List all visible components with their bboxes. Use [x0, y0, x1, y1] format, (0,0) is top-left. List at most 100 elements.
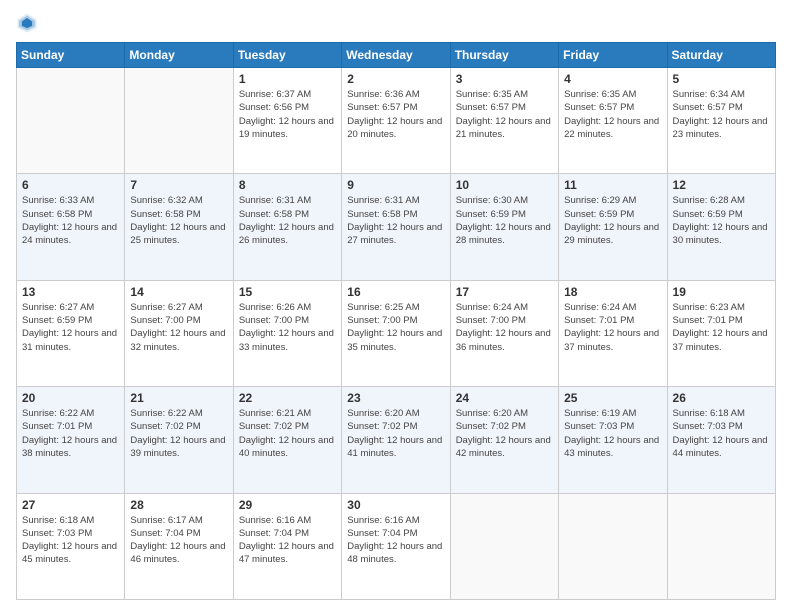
calendar-cell: 23 Sunrise: 6:20 AM Sunset: 7:02 PM Dayli… [342, 387, 450, 493]
calendar-cell: 4 Sunrise: 6:35 AM Sunset: 6:57 PM Daylig… [559, 68, 667, 174]
calendar-cell: 21 Sunrise: 6:22 AM Sunset: 7:02 PM Dayli… [125, 387, 233, 493]
page: SundayMondayTuesdayWednesdayThursdayFrid… [0, 0, 792, 612]
calendar-cell: 5 Sunrise: 6:34 AM Sunset: 6:57 PM Daylig… [667, 68, 775, 174]
day-info: Sunrise: 6:31 AM Sunset: 6:58 PM Dayligh… [347, 194, 444, 247]
calendar-week-row: 20 Sunrise: 6:22 AM Sunset: 7:01 PM Dayli… [17, 387, 776, 493]
day-info: Sunrise: 6:34 AM Sunset: 6:57 PM Dayligh… [673, 88, 770, 141]
day-info: Sunrise: 6:24 AM Sunset: 7:00 PM Dayligh… [456, 301, 553, 354]
calendar-cell: 26 Sunrise: 6:18 AM Sunset: 7:03 PM Dayli… [667, 387, 775, 493]
day-number: 5 [673, 72, 770, 86]
weekday-header: Saturday [667, 43, 775, 68]
calendar-cell: 8 Sunrise: 6:31 AM Sunset: 6:58 PM Daylig… [233, 174, 341, 280]
day-info: Sunrise: 6:16 AM Sunset: 7:04 PM Dayligh… [239, 514, 336, 567]
calendar-cell: 24 Sunrise: 6:20 AM Sunset: 7:02 PM Dayli… [450, 387, 558, 493]
day-number: 11 [564, 178, 661, 192]
day-info: Sunrise: 6:20 AM Sunset: 7:02 PM Dayligh… [347, 407, 444, 460]
day-info: Sunrise: 6:21 AM Sunset: 7:02 PM Dayligh… [239, 407, 336, 460]
day-info: Sunrise: 6:36 AM Sunset: 6:57 PM Dayligh… [347, 88, 444, 141]
day-number: 2 [347, 72, 444, 86]
calendar-cell: 25Sunrise: 6:19 AM Sunset: 7:03 PM Dayli… [559, 387, 667, 493]
calendar-week-row: 6Sunrise: 6:33 AM Sunset: 6:58 PM Daylig… [17, 174, 776, 280]
day-number: 17 [456, 285, 553, 299]
day-number: 27 [22, 498, 119, 512]
day-number: 22 [239, 391, 336, 405]
day-number: 30 [347, 498, 444, 512]
day-info: Sunrise: 6:18 AM Sunset: 7:03 PM Dayligh… [22, 514, 119, 567]
day-info: Sunrise: 6:17 AM Sunset: 7:04 PM Dayligh… [130, 514, 227, 567]
day-info: Sunrise: 6:28 AM Sunset: 6:59 PM Dayligh… [673, 194, 770, 247]
weekday-header: Thursday [450, 43, 558, 68]
day-info: Sunrise: 6:35 AM Sunset: 6:57 PM Dayligh… [456, 88, 553, 141]
day-number: 25 [564, 391, 661, 405]
day-info: Sunrise: 6:20 AM Sunset: 7:02 PM Dayligh… [456, 407, 553, 460]
calendar-cell: 14Sunrise: 6:27 AM Sunset: 7:00 PM Dayli… [125, 280, 233, 386]
calendar-cell: 28 Sunrise: 6:17 AM Sunset: 7:04 PM Dayli… [125, 493, 233, 599]
calendar-cell: 29Sunrise: 6:16 AM Sunset: 7:04 PM Dayli… [233, 493, 341, 599]
logo [16, 12, 42, 34]
calendar-cell [450, 493, 558, 599]
day-info: Sunrise: 6:35 AM Sunset: 6:57 PM Dayligh… [564, 88, 661, 141]
calendar-cell: 27 Sunrise: 6:18 AM Sunset: 7:03 PM Dayli… [17, 493, 125, 599]
day-number: 6 [22, 178, 119, 192]
calendar-cell: 17 Sunrise: 6:24 AM Sunset: 7:00 PM Dayli… [450, 280, 558, 386]
day-info: Sunrise: 6:31 AM Sunset: 6:58 PM Dayligh… [239, 194, 336, 247]
calendar-cell: 11 Sunrise: 6:29 AM Sunset: 6:59 PM Dayli… [559, 174, 667, 280]
weekday-header: Sunday [17, 43, 125, 68]
calendar-cell [667, 493, 775, 599]
day-info: Sunrise: 6:22 AM Sunset: 7:02 PM Dayligh… [130, 407, 227, 460]
calendar-cell: 7 Sunrise: 6:32 AM Sunset: 6:58 PM Daylig… [125, 174, 233, 280]
day-info: Sunrise: 6:29 AM Sunset: 6:59 PM Dayligh… [564, 194, 661, 247]
day-number: 23 [347, 391, 444, 405]
day-number: 12 [673, 178, 770, 192]
calendar-cell: 20 Sunrise: 6:22 AM Sunset: 7:01 PM Dayli… [17, 387, 125, 493]
day-number: 14 [130, 285, 227, 299]
calendar-cell: 18Sunrise: 6:24 AM Sunset: 7:01 PM Dayli… [559, 280, 667, 386]
day-number: 16 [347, 285, 444, 299]
day-number: 20 [22, 391, 119, 405]
day-info: Sunrise: 6:27 AM Sunset: 6:59 PM Dayligh… [22, 301, 119, 354]
weekday-header: Monday [125, 43, 233, 68]
calendar-cell: 12 Sunrise: 6:28 AM Sunset: 6:59 PM Dayli… [667, 174, 775, 280]
calendar-cell [17, 68, 125, 174]
day-info: Sunrise: 6:18 AM Sunset: 7:03 PM Dayligh… [673, 407, 770, 460]
calendar-cell: 3Sunrise: 6:35 AM Sunset: 6:57 PM Daylig… [450, 68, 558, 174]
calendar-table: SundayMondayTuesdayWednesdayThursdayFrid… [16, 42, 776, 600]
day-number: 1 [239, 72, 336, 86]
logo-icon [16, 12, 38, 34]
calendar-cell: 1Sunrise: 6:37 AM Sunset: 6:56 PM Daylig… [233, 68, 341, 174]
day-number: 24 [456, 391, 553, 405]
day-info: Sunrise: 6:23 AM Sunset: 7:01 PM Dayligh… [673, 301, 770, 354]
day-info: Sunrise: 6:16 AM Sunset: 7:04 PM Dayligh… [347, 514, 444, 567]
day-number: 4 [564, 72, 661, 86]
day-number: 28 [130, 498, 227, 512]
header [16, 12, 776, 34]
day-info: Sunrise: 6:24 AM Sunset: 7:01 PM Dayligh… [564, 301, 661, 354]
day-number: 8 [239, 178, 336, 192]
calendar-cell: 19 Sunrise: 6:23 AM Sunset: 7:01 PM Dayli… [667, 280, 775, 386]
day-number: 19 [673, 285, 770, 299]
weekday-header: Wednesday [342, 43, 450, 68]
calendar-cell: 6Sunrise: 6:33 AM Sunset: 6:58 PM Daylig… [17, 174, 125, 280]
weekday-header-row: SundayMondayTuesdayWednesdayThursdayFrid… [17, 43, 776, 68]
day-info: Sunrise: 6:32 AM Sunset: 6:58 PM Dayligh… [130, 194, 227, 247]
day-info: Sunrise: 6:22 AM Sunset: 7:01 PM Dayligh… [22, 407, 119, 460]
calendar-cell: 10Sunrise: 6:30 AM Sunset: 6:59 PM Dayli… [450, 174, 558, 280]
day-number: 7 [130, 178, 227, 192]
calendar-week-row: 1Sunrise: 6:37 AM Sunset: 6:56 PM Daylig… [17, 68, 776, 174]
calendar-week-row: 13 Sunrise: 6:27 AM Sunset: 6:59 PM Dayli… [17, 280, 776, 386]
day-number: 13 [22, 285, 119, 299]
calendar-week-row: 27 Sunrise: 6:18 AM Sunset: 7:03 PM Dayli… [17, 493, 776, 599]
weekday-header: Tuesday [233, 43, 341, 68]
calendar-cell [559, 493, 667, 599]
calendar-cell: 15Sunrise: 6:26 AM Sunset: 7:00 PM Dayli… [233, 280, 341, 386]
day-number: 21 [130, 391, 227, 405]
day-number: 26 [673, 391, 770, 405]
calendar-cell: 22 Sunrise: 6:21 AM Sunset: 7:02 PM Dayli… [233, 387, 341, 493]
weekday-header: Friday [559, 43, 667, 68]
calendar-cell: 16 Sunrise: 6:25 AM Sunset: 7:00 PM Dayli… [342, 280, 450, 386]
day-info: Sunrise: 6:26 AM Sunset: 7:00 PM Dayligh… [239, 301, 336, 354]
calendar-cell: 13 Sunrise: 6:27 AM Sunset: 6:59 PM Dayli… [17, 280, 125, 386]
calendar-cell: 2 Sunrise: 6:36 AM Sunset: 6:57 PM Daylig… [342, 68, 450, 174]
day-info: Sunrise: 6:25 AM Sunset: 7:00 PM Dayligh… [347, 301, 444, 354]
calendar-cell: 30 Sunrise: 6:16 AM Sunset: 7:04 PM Dayli… [342, 493, 450, 599]
